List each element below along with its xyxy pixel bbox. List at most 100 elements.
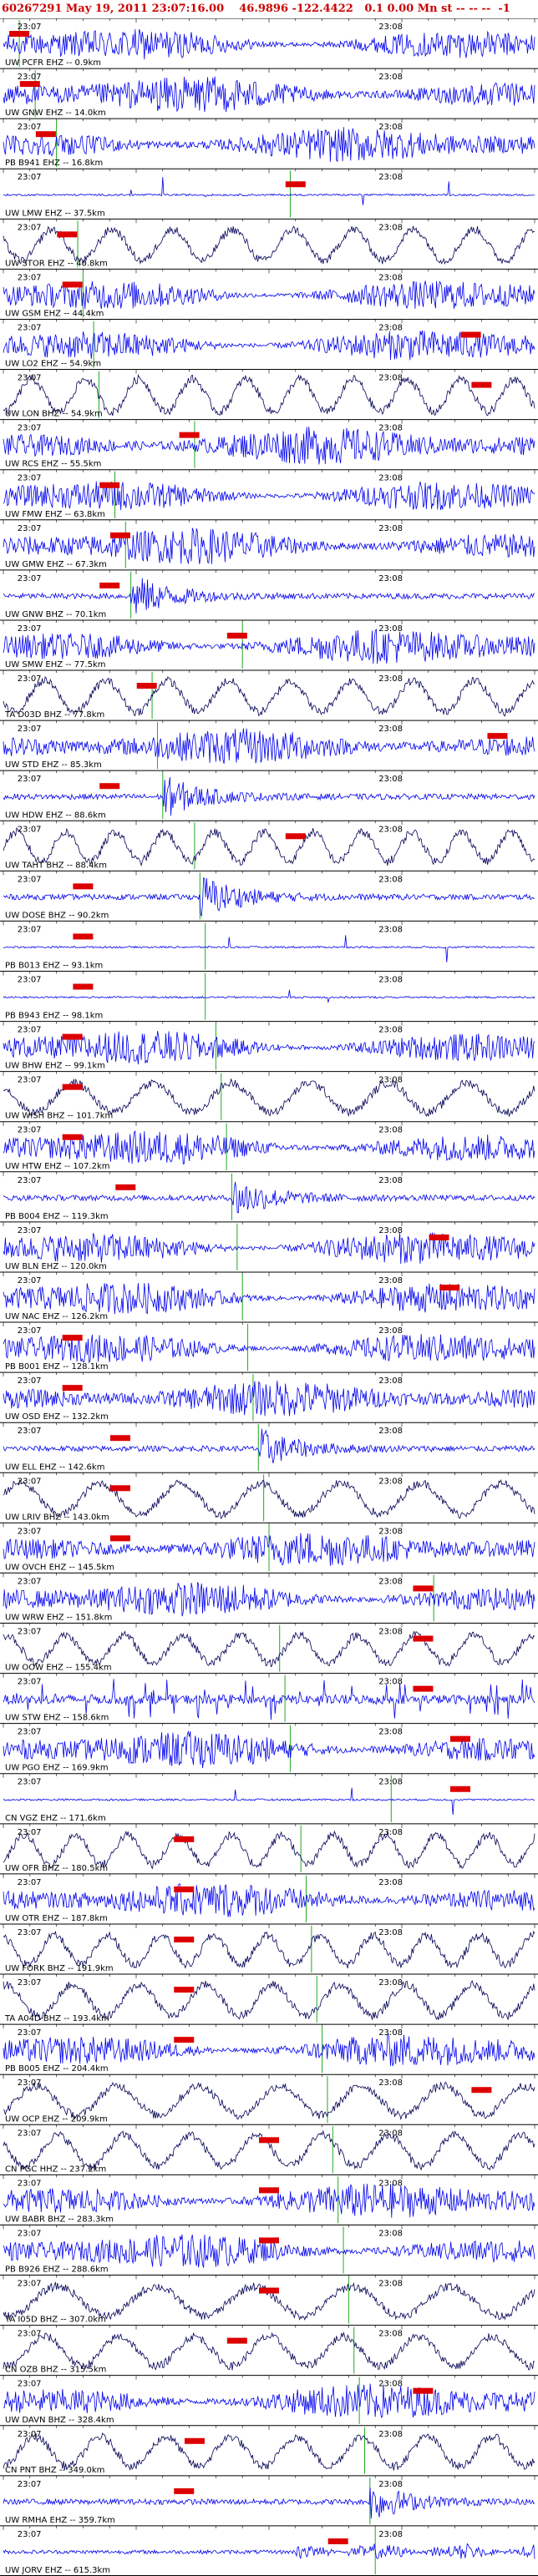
time-tick-label: 23:08 [378,875,403,884]
time-tick-label: 23:07 [18,424,42,433]
station-label: UW PCFR EHZ -- 0.9km [5,58,101,68]
pick-marker [413,1635,434,1642]
station-label: PB B943 EHZ -- 98.1km [5,1012,103,1021]
pick-marker [285,181,306,188]
pick-marker [99,582,120,588]
time-tick-label: 23:07 [18,2480,42,2489]
waveform [3,1078,535,1118]
trace-panel: 23:07 23:08 UW LO2 EHZ -- 54.9km [0,318,538,369]
seismogram-stack: 23:07 23:08 UW PCFR EHZ -- 0.9km 23:07 23:08… [0,18,538,2576]
time-tick-label: 23:07 [18,1477,42,1486]
time-tick-label: 23:08 [378,2028,403,2038]
time-tick-label: 23:08 [378,2129,403,2138]
station-label: TA A04D BHZ -- 193.4km [4,2014,109,2023]
time-tick-label: 23:07 [18,374,42,383]
station-label: UW STW EHZ -- 158.6km [5,1714,109,1723]
station-label: UW FMW EHZ -- 63.8km [5,510,105,519]
pick-marker [62,1083,83,1090]
waveform [3,481,535,511]
trace-panel: 23:07 23:08 UW BHW EHZ -- 99.1km [0,1021,538,1071]
time-tick-label: 23:08 [378,2179,403,2188]
trace-panel: 23:07 23:08 UW HDW EHZ -- 88.6km [0,770,538,820]
time-tick-label: 23:08 [378,374,403,383]
waveform [3,1130,535,1164]
time-tick-label: 23:08 [378,23,403,32]
station-label: UW STD EHZ -- 85.3km [5,760,102,770]
time-tick-label: 23:07 [18,2430,42,2439]
trace-panel: 23:07 23:08 TA D03D BHZ -- 77.8km [0,669,538,720]
waveform [3,28,535,60]
station-label: UW RMHA EHZ -- 359.7km [5,2516,115,2525]
station-label: UW RCS EHZ -- 55.5km [5,460,101,469]
trace-panel: 23:07 23:08 UW DAVN BHZ -- 328.4km [0,2375,538,2425]
waveform [3,1181,535,1214]
time-tick-label: 23:08 [378,2229,403,2238]
time-tick-label: 23:07 [18,1828,42,1837]
time-tick-label: 23:07 [18,875,42,884]
station-label: UW HDW EHZ -- 88.6km [5,811,106,820]
time-tick-label: 23:08 [378,273,403,282]
trace-panel: 23:07 23:08 UW ELL EHZ -- 142.6km [0,1422,538,1472]
time-tick-label: 23:08 [378,925,403,934]
time-tick-label: 23:08 [378,975,403,984]
waveform [3,1030,535,1065]
station-label: UW SMW EHZ -- 77.5km [5,660,106,669]
station-label: UW OOW EHZ -- 155.4km [5,1664,112,1673]
time-tick-label: 23:07 [18,2380,42,2389]
time-tick-label: 23:08 [378,775,403,784]
time-tick-label: 23:08 [378,1928,403,1937]
pick-marker [413,1685,434,1692]
waveform [3,76,535,113]
trace-panel: 23:07 23:08 UW WISH BHZ -- 101.7km [0,1071,538,1121]
pick-marker [184,2437,205,2444]
station-label: UW OVCH EHZ -- 145.5km [5,1563,114,1572]
station-label: PB B004 EHZ -- 119.3km [5,1212,109,1221]
waveform [3,2081,535,2121]
time-tick-label: 23:08 [378,1126,403,1135]
station-label: UW LO2 EHZ -- 54.9km [5,360,101,369]
station-label: UW OCP EHZ -- 209.9km [5,2114,108,2124]
time-tick-label: 23:08 [378,1226,403,1235]
pick-marker [174,1937,195,1942]
station-label: CN PNT BHZ -- 349.0km [5,2466,104,2475]
trace-panel: 23:07 23:08 CN VGZ EHZ -- 171.6km [0,1773,538,1823]
time-tick-label: 23:08 [378,1978,403,1988]
station-label: UW JORV EHZ -- 615.3km [5,2566,110,2575]
trace-panel: 23:07 23:08 UW BLN EHZ -- 120.0km [0,1221,538,1271]
pick-marker [429,1234,449,1240]
pick-marker [174,2037,195,2043]
time-tick-label: 23:08 [378,1678,403,1687]
waveform [3,728,535,765]
trace-panel: 23:07 23:08 UW SMW EHZ -- 77.5km [0,619,538,669]
waveform [3,127,535,163]
pick-marker [413,2387,434,2394]
waveform [3,2383,535,2418]
waveform [3,1630,535,1668]
station-label: CN PGC HHZ -- 237.2km [5,2164,106,2174]
trace-panel: 23:07 23:08 CN OZB BHZ -- 315.5km [0,2325,538,2375]
station-label: UW HTW EHZ -- 107.2km [5,1162,110,1171]
trace-panel: 23:07 23:08 UW STW EHZ -- 158.6km [0,1673,538,1723]
trace-panel: 23:07 23:08 UW OTR EHZ -- 187.8km [0,1873,538,1923]
waveform [3,177,535,205]
pick-marker [57,231,78,238]
time-tick-label: 23:07 [18,925,42,934]
time-tick-label: 23:07 [18,1577,42,1586]
time-tick-label: 23:07 [18,1427,42,1436]
waveform [3,2331,535,2371]
station-label: UW OSD EHZ -- 132.2km [5,1412,109,1422]
time-tick-label: 23:07 [18,2028,42,2038]
pick-marker [174,1987,195,1993]
time-tick-label: 23:08 [378,1176,403,1185]
time-tick-label: 23:08 [378,674,403,684]
trace-panel: 23:07 23:08 PB B926 EHZ -- 288.6km [0,2224,538,2275]
time-tick-label: 23:08 [378,73,403,82]
trace-panel: 23:07 23:08 UW RCS EHZ -- 55.5km [0,419,538,469]
pick-marker [99,482,120,488]
station-label: TA D03D BHZ -- 77.8km [4,710,104,720]
time-tick-label: 23:08 [378,825,403,834]
pick-marker [62,1134,83,1140]
pick-marker [136,683,157,689]
trace-panel: 23:07 23:08 UW FMW EHZ -- 63.8km [0,469,538,519]
station-label: UW ELL EHZ -- 142.6km [5,1462,104,1472]
